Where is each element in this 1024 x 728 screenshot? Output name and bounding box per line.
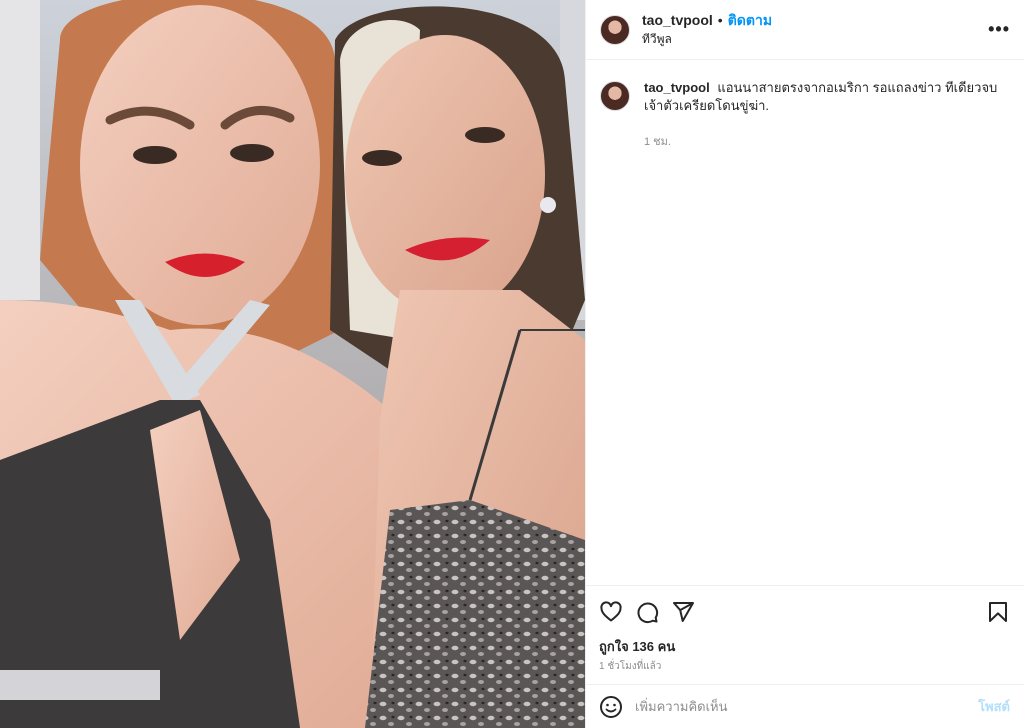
- like-count[interactable]: ถูกใจ 136 คน: [599, 636, 675, 657]
- send-icon[interactable]: [671, 600, 695, 624]
- heart-icon[interactable]: [599, 600, 623, 624]
- actions-layer: ถูกใจ 136 คน 1 ชั่วโมงที่แล้ว เพิ่มความค…: [585, 0, 1024, 728]
- add-comment-bar: เพิ่มความคิดเห็น โพสต์: [585, 684, 1024, 728]
- comment-icon[interactable]: [635, 600, 659, 624]
- smiley-icon[interactable]: [599, 695, 623, 719]
- bookmark-icon[interactable]: [986, 600, 1010, 624]
- photo-illustration: [0, 0, 585, 728]
- post-time[interactable]: 1 ชั่วโมงที่แล้ว: [599, 659, 661, 674]
- post-comment-button[interactable]: โพสต์: [978, 696, 1010, 717]
- post-photo[interactable]: [0, 0, 585, 728]
- comment-input[interactable]: เพิ่มความคิดเห็น: [635, 696, 978, 717]
- action-bar: [599, 600, 1010, 624]
